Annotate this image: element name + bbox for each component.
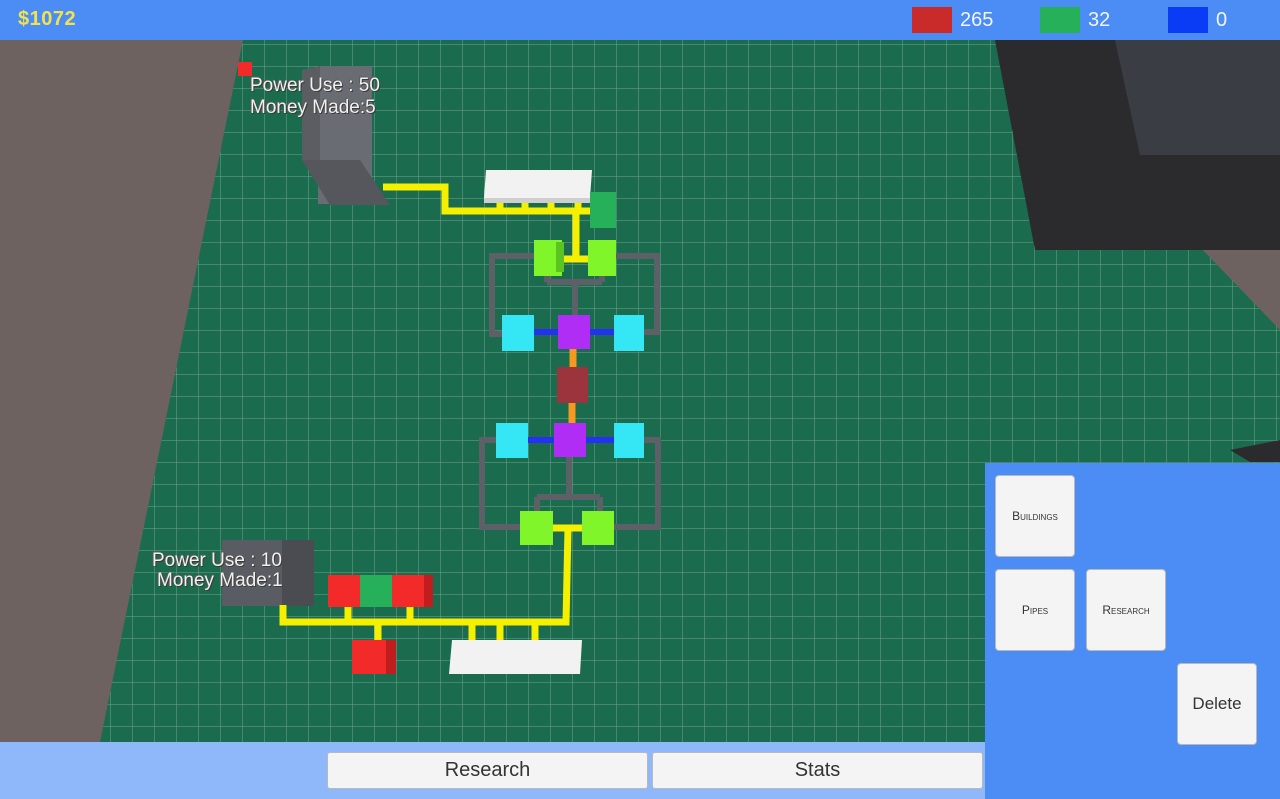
red-block-single[interactable] (352, 640, 396, 674)
money-counter: $1072 (18, 8, 77, 30)
green-resource-swatch (1040, 7, 1080, 33)
research-button[interactable]: Research (327, 752, 648, 789)
red-resource-swatch (912, 7, 952, 33)
money-made-label: Money Made:1 (157, 570, 283, 591)
building-bottom-info: Power Use : 10 Money Made:1 (152, 551, 283, 591)
delete-button[interactable]: Delete (1177, 663, 1257, 745)
power-use-label: Power Use : 50 (250, 75, 380, 96)
blue-resource-count: 0 (1216, 8, 1228, 31)
stats-button[interactable]: Stats (652, 752, 983, 789)
money-made-label: Money Made:5 (250, 97, 376, 118)
storage-unit-top[interactable] (484, 170, 592, 203)
processor-block[interactable] (557, 367, 588, 403)
pipes-button[interactable]: Pipes (995, 569, 1075, 651)
green-resource-count: 32 (1088, 8, 1111, 31)
blue-resource-swatch (1168, 7, 1208, 33)
red-green-block-row[interactable] (328, 575, 433, 607)
red-resource-count: 265 (960, 8, 994, 31)
building-top-info: Power Use : 50 Money Made:5 (250, 75, 380, 119)
storage-unit-bottom[interactable] (449, 640, 582, 674)
hud-bar: $1072 265 32 0 (0, 0, 1280, 40)
status-indicator (238, 62, 252, 76)
power-use-label: Power Use : 10 (152, 550, 282, 571)
buildings-button[interactable]: Buildings (995, 475, 1075, 557)
green-resource: 32 (1040, 6, 1110, 34)
blue-resource: 0 (1168, 6, 1227, 34)
red-resource: 265 (912, 6, 993, 34)
green-block[interactable] (590, 192, 616, 228)
research-tool-button[interactable]: Research (1086, 569, 1166, 651)
